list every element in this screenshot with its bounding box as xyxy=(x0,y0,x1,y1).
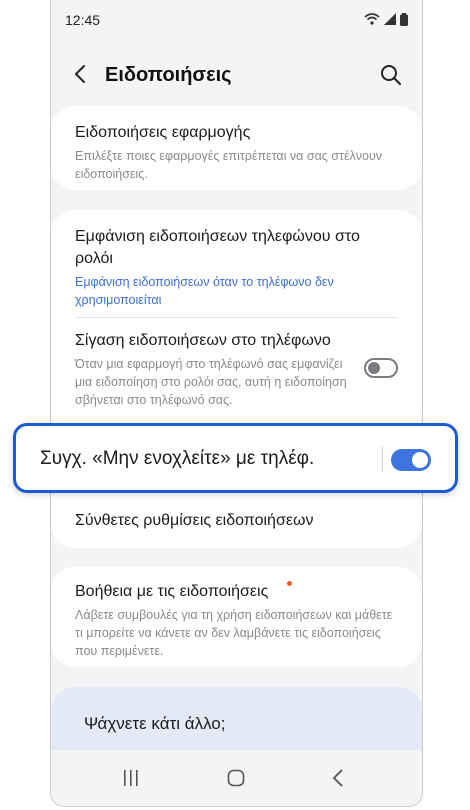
looking-for-else-item: Ψάχνετε κάτι άλλο; xyxy=(84,713,398,735)
search-icon[interactable] xyxy=(378,62,404,88)
help-notifications-card[interactable]: Βοήθεια με τις ειδοποιήσεις Λάβετε συμβο… xyxy=(51,567,422,667)
new-badge-dot xyxy=(287,581,292,586)
status-icons xyxy=(364,12,408,26)
signal-icon xyxy=(384,13,396,25)
app-notifications-card[interactable]: Ειδοποιήσεις εφαρμογής Επιλέξτε ποιες εφ… xyxy=(51,106,422,190)
divider xyxy=(75,317,398,318)
recents-icon[interactable] xyxy=(123,769,139,787)
looking-for-else-title: Ψάχνετε κάτι άλλο; xyxy=(84,714,226,733)
advanced-settings-item[interactable]: Σύνθετες ρυθμίσεις ειδοποιήσεων xyxy=(75,510,398,532)
phone-screen: 12:45 Ειδοποιήσεις Ειδοποιήσεις εφαρμογή… xyxy=(50,0,423,807)
home-icon[interactable] xyxy=(227,769,245,787)
mute-on-phone-subtitle: Όταν μια εφαρμογή στο τηλέφωνό σας εμφαν… xyxy=(75,357,347,407)
toggle-separator xyxy=(382,446,383,472)
page-title: Ειδοποιήσεις xyxy=(105,64,232,86)
phone-notifications-card: Εμφάνιση ειδοποιήσεων τηλεφώνου στο ρολό… xyxy=(51,210,422,438)
dnd-sync-title: Συγχ. «Μην ενοχλείτε» με τηλέφ. xyxy=(40,448,315,469)
dnd-sync-highlight[interactable]: Συγχ. «Μην ενοχλείτε» με τηλέφ. xyxy=(13,423,458,493)
app-notifications-title: Ειδοποιήσεις εφαρμογής xyxy=(75,124,251,141)
wifi-icon xyxy=(364,13,380,25)
app-notifications-subtitle: Επιλέξτε ποιες εφαρμογές επιτρέπεται να … xyxy=(75,149,383,181)
help-notifications-item[interactable]: Βοήθεια με τις ειδοποιήσεις Λάβετε συμβο… xyxy=(75,581,398,660)
show-on-watch-item[interactable]: Εμφάνιση ειδοποιήσεων τηλεφώνου στο ρολό… xyxy=(75,226,398,309)
dnd-sync-toggle[interactable] xyxy=(391,449,431,471)
battery-icon xyxy=(400,12,408,26)
status-time: 12:45 xyxy=(65,12,101,28)
help-notifications-subtitle: Λάβετε συμβουλές για τη χρήση ειδοποιήσε… xyxy=(75,608,393,658)
toggle-knob xyxy=(412,452,428,468)
navigation-bar xyxy=(51,750,422,806)
status-bar: 12:45 xyxy=(51,0,422,40)
mute-on-phone-toggle[interactable] xyxy=(364,358,398,378)
chevron-left-icon[interactable] xyxy=(69,62,93,86)
show-on-watch-title: Εμφάνιση ειδοποιήσεων τηλεφώνου στο ρολό… xyxy=(75,228,360,267)
header: Ειδοποιήσεις xyxy=(51,52,422,102)
advanced-settings-title: Σύνθετες ρυθμίσεις ειδοποιήσεων xyxy=(75,512,314,529)
app-notifications-item[interactable]: Ειδοποιήσεις εφαρμογής Επιλέξτε ποιες εφ… xyxy=(75,122,398,183)
mute-on-phone-item[interactable]: Σίγαση ειδοποιήσεων στο τηλέφωνο Όταν μι… xyxy=(75,330,352,409)
nav-back-icon[interactable] xyxy=(332,769,344,787)
show-on-watch-subtitle: Εμφάνιση ειδοποιήσεων όταν το τηλέφωνο δ… xyxy=(75,275,334,307)
mute-on-phone-title: Σίγαση ειδοποιήσεων στο τηλέφωνο xyxy=(75,332,331,349)
toggle-knob xyxy=(368,362,380,374)
help-notifications-title: Βοήθεια με τις ειδοποιήσεις xyxy=(75,583,269,600)
